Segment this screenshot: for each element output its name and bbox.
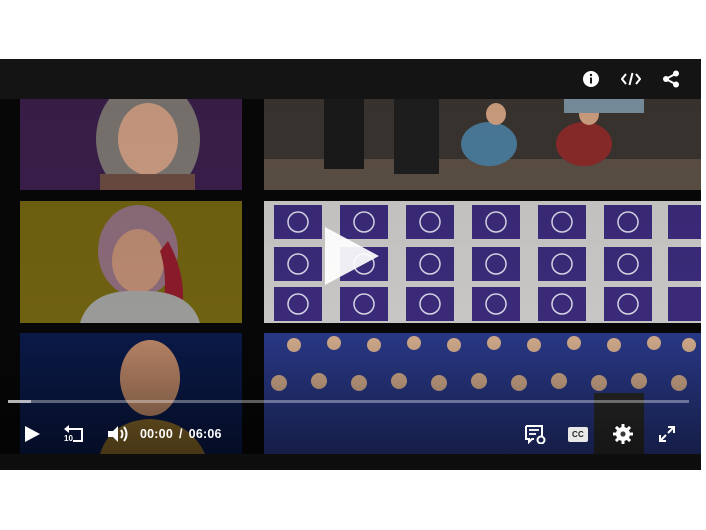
woman-portrait-image <box>20 99 242 190</box>
closed-captions-icon: CC <box>568 426 588 442</box>
progress-buffered <box>8 400 32 403</box>
share-button[interactable] <box>659 67 683 91</box>
woman-portrait-image <box>20 201 242 323</box>
embed-button[interactable] <box>619 67 643 91</box>
captions-button[interactable]: CC <box>567 421 589 447</box>
gear-icon <box>613 424 633 444</box>
video-player[interactable]: 10 00:00 / 06:06 CC <box>0 59 701 470</box>
dancers-image <box>264 99 701 190</box>
player-bottom-strip <box>0 454 701 470</box>
video-tile-woman-purple <box>20 99 242 190</box>
play-button[interactable] <box>20 421 44 447</box>
share-icon <box>663 70 679 88</box>
replay-seconds-label: 10 <box>64 434 73 443</box>
fullscreen-button[interactable] <box>656 421 678 447</box>
captions-label: CC <box>572 429 584 439</box>
player-top-bar <box>0 59 701 99</box>
transcript-settings-icon <box>525 425 546 444</box>
volume-button[interactable] <box>105 421 131 447</box>
current-time: 00:00 <box>140 427 173 441</box>
fullscreen-icon <box>659 426 675 442</box>
transcript-settings-button[interactable] <box>523 421 547 447</box>
video-tile-dancers <box>264 99 701 190</box>
video-tile-woman-yellow <box>20 201 242 323</box>
player-controls: 10 00:00 / 06:06 CC <box>0 419 701 449</box>
big-play-button[interactable] <box>314 223 388 289</box>
time-separator: / <box>178 427 183 441</box>
progress-bar[interactable] <box>8 400 689 403</box>
replay-10-button[interactable]: 10 <box>61 421 87 447</box>
play-icon <box>325 227 379 285</box>
duration-time: 06:06 <box>188 427 222 441</box>
info-icon <box>583 71 599 87</box>
settings-button[interactable] <box>611 421 635 447</box>
info-button[interactable] <box>579 67 603 91</box>
embed-code-icon <box>621 72 641 86</box>
time-display: 00:00 / 06:06 <box>140 426 222 442</box>
volume-icon <box>108 426 128 442</box>
play-icon <box>25 426 40 442</box>
